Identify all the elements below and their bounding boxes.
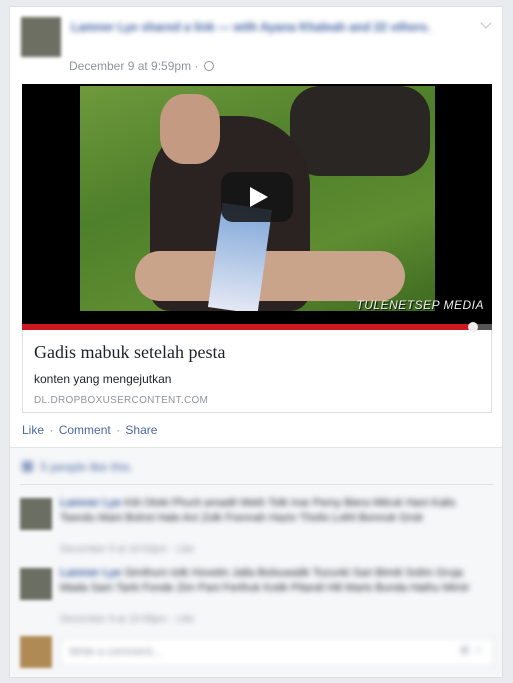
post-header: Lamner Lye shared a link — with Ayana Kh… <box>10 7 502 83</box>
thumbs-up-icon <box>22 461 33 472</box>
link-title[interactable]: Gadis mabuk setelah pesta <box>34 342 225 363</box>
likes-text[interactable]: 5 people like this. <box>40 460 133 474</box>
comment-body: Lamner Lye Simthurn tolk Hovetin Jalla B… <box>60 566 480 596</box>
comment-item: Lamner Lye Simthurn tolk Hovetin Jalla B… <box>20 562 494 630</box>
post-meta: December 9 at 9:59pm · <box>69 59 214 73</box>
link-domain: DL.DROPBOXUSERCONTENT.COM <box>34 395 209 406</box>
camera-icon[interactable]: ▣ ☺ <box>459 643 484 656</box>
video-player[interactable]: TULENETSEP MEDIA <box>22 84 492 332</box>
like-button[interactable]: Like <box>22 423 44 437</box>
chevron-down-icon[interactable] <box>480 17 492 29</box>
video-thumbnail-figure <box>290 86 430 176</box>
comment-input-placeholder: Write a comment... <box>69 646 162 658</box>
feedback-section: 5 people like this. Lamner Lye Kitt Otok… <box>10 447 502 677</box>
link-description: konten yang mengejutkan <box>34 372 172 386</box>
comment-meta[interactable]: December 9 at 10:08pm · Like <box>60 614 195 625</box>
post-card: Lamner Lye shared a link — with Ayana Kh… <box>9 6 503 678</box>
comment-item: Lamner Lye Kitt Otoki Phurit amadit Weth… <box>20 492 494 560</box>
post-timestamp[interactable]: December 9 at 9:59pm <box>69 59 191 73</box>
commenter-avatar[interactable] <box>20 498 52 530</box>
link-preview[interactable]: Gadis mabuk setelah pesta konten yang me… <box>22 330 492 413</box>
write-comment-row: Write a comment... ▣ ☺ <box>20 634 494 672</box>
video-thumbnail-figure <box>160 94 220 164</box>
post-author-line[interactable]: Lamner Lye shared a link — with Ayana Kh… <box>71 19 471 35</box>
action-separator: · <box>49 423 54 437</box>
author-avatar[interactable] <box>21 17 61 57</box>
video-watermark: TULENETSEP MEDIA <box>356 298 484 312</box>
viewer-avatar <box>20 636 52 668</box>
comment-meta[interactable]: December 9 at 10:03pm · Like <box>60 544 195 555</box>
comment-text: Simthurn tolk Hovetin Jalla Bolsuwalik T… <box>60 567 470 594</box>
likes-summary[interactable]: 5 people like this. <box>22 460 133 474</box>
comment-author[interactable]: Lamner Lye <box>60 497 121 509</box>
share-button[interactable]: Share <box>125 423 157 437</box>
divider <box>20 484 494 485</box>
post-actions: Like · Comment · Share <box>22 423 157 437</box>
commenter-avatar[interactable] <box>20 568 52 600</box>
action-separator: · <box>116 423 121 437</box>
play-icon[interactable] <box>221 172 293 222</box>
comment-input[interactable]: Write a comment... <box>60 638 494 666</box>
comment-body: Lamner Lye Kitt Otoki Phurit amadit Weth… <box>60 496 480 526</box>
comment-button[interactable]: Comment <box>59 423 111 437</box>
meta-separator: · <box>194 59 199 73</box>
video-thumbnail-figure <box>135 251 405 301</box>
comment-author[interactable]: Lamner Lye <box>60 567 121 579</box>
globe-icon[interactable] <box>203 61 214 71</box>
